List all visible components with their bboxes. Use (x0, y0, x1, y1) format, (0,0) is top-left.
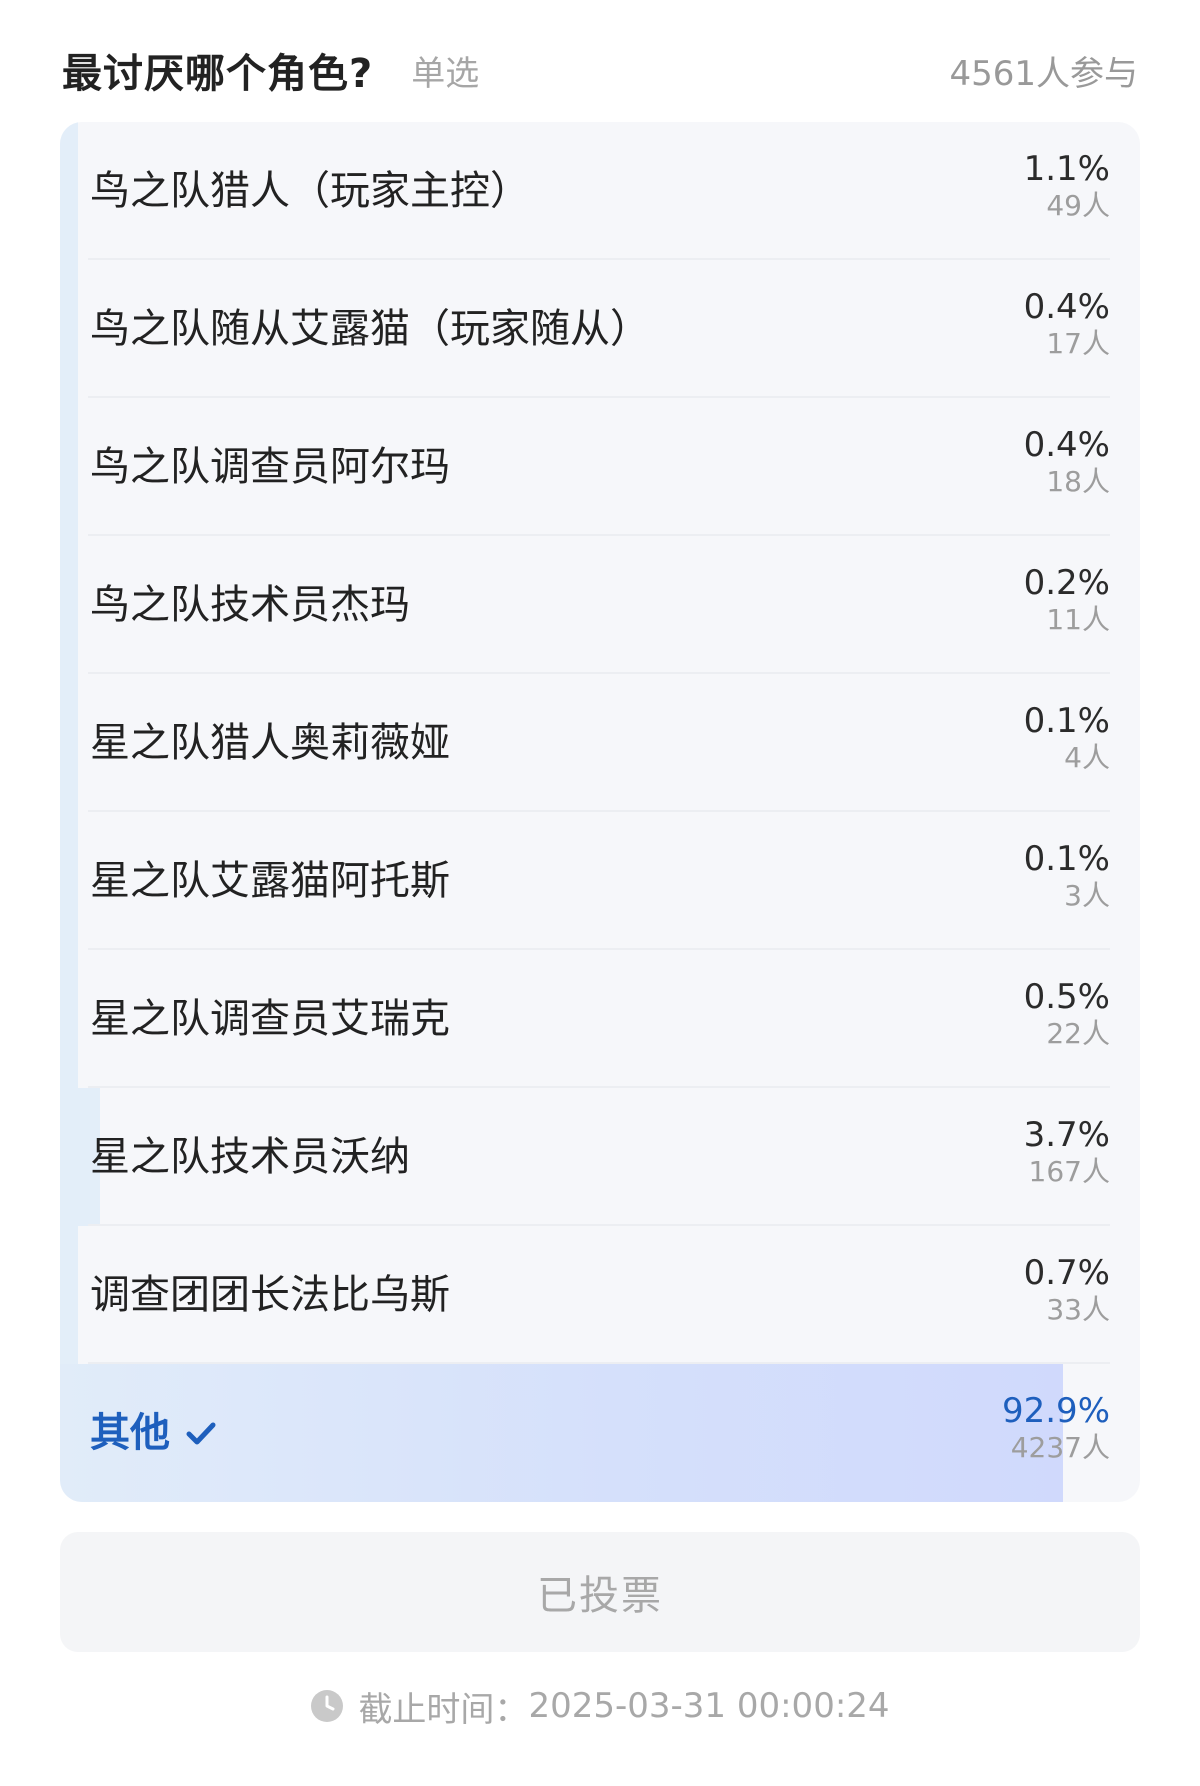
option-percent: 0.1% (1023, 701, 1110, 741)
option-vote-count: 167人 (1028, 1155, 1110, 1188)
option-label-text: 鸟之队猎人（玩家主控） (90, 168, 530, 214)
poll-option-8[interactable]: 星之队技术员沃纳 3.7% 167人 (60, 1088, 1140, 1226)
option-label-text: 星之队调查员艾瑞克 (90, 996, 450, 1042)
option-percent: 3.7% (1023, 1115, 1110, 1155)
option-label-text: 鸟之队技术员杰玛 (90, 582, 410, 628)
option-stats: 92.9% 4237人 (1002, 1394, 1110, 1462)
poll-option-2[interactable]: 鸟之队随从艾露猫（玩家随从） 0.4% 17人 (60, 260, 1140, 398)
vote-share-bar (60, 398, 78, 536)
option-label: 调查团团长法比乌斯 (90, 1226, 450, 1364)
option-percent: 0.5% (1023, 977, 1110, 1017)
clock-icon (311, 1690, 344, 1722)
option-label: 鸟之队猎人（玩家主控） (90, 122, 530, 260)
option-percent: 0.7% (1023, 1253, 1110, 1293)
vote-share-bar (60, 1226, 78, 1364)
option-stats: 0.5% 22人 (1024, 980, 1110, 1048)
option-vote-count: 4237人 (1010, 1431, 1110, 1464)
option-vote-count: 4人 (1064, 741, 1110, 774)
deadline: 截止时间： 2025-03-31 00:00:24 (0, 1678, 1200, 1734)
option-label-text: 鸟之队调查员阿尔玛 (90, 444, 450, 490)
option-label: 鸟之队随从艾露猫（玩家随从） (90, 260, 650, 398)
option-label-text: 星之队艾露猫阿托斯 (90, 858, 450, 904)
poll-option-4[interactable]: 鸟之队技术员杰玛 0.2% 11人 (60, 536, 1140, 674)
option-percent: 92.9% (1001, 1391, 1110, 1431)
option-stats: 3.7% 167人 (1024, 1118, 1110, 1186)
participant-count: 4561人参与 (949, 53, 1138, 94)
option-percent: 0.4% (1023, 425, 1110, 465)
vote-share-bar (60, 674, 78, 812)
option-label: 星之队技术员沃纳 (90, 1088, 410, 1226)
option-label: 星之队调查员艾瑞克 (90, 950, 450, 1088)
poll-option-10[interactable]: 其他 92.9% 4237人 (60, 1364, 1140, 1502)
deadline-value: 2025-03-31 00:00:24 (528, 1686, 890, 1726)
option-label-text: 星之队技术员沃纳 (90, 1134, 410, 1180)
option-vote-count: 49人 (1046, 189, 1110, 222)
option-label: 星之队艾露猫阿托斯 (90, 812, 450, 950)
vote-share-bar (60, 122, 78, 260)
vote-share-bar (60, 950, 78, 1088)
poll-type-label: 单选 (411, 53, 480, 94)
poll-option-6[interactable]: 星之队艾露猫阿托斯 0.1% 3人 (60, 812, 1140, 950)
poll-option-1[interactable]: 鸟之队猎人（玩家主控） 1.1% 49人 (60, 122, 1140, 260)
vote-share-bar (60, 260, 78, 398)
option-vote-count: 33人 (1046, 1293, 1110, 1326)
deadline-label: 截止时间： (358, 1689, 529, 1730)
option-vote-count: 17人 (1046, 327, 1110, 360)
option-vote-count: 18人 (1046, 465, 1110, 498)
option-label-text: 星之队猎人奥莉薇娅 (90, 720, 450, 766)
option-percent: 0.2% (1023, 563, 1110, 603)
option-label: 其他 (90, 1364, 218, 1502)
option-label-text: 鸟之队随从艾露猫（玩家随从） (90, 306, 650, 352)
option-vote-count: 3人 (1064, 879, 1110, 912)
option-percent: 0.4% (1023, 287, 1110, 327)
option-stats: 1.1% 49人 (1024, 152, 1110, 220)
option-stats: 0.4% 18人 (1024, 428, 1110, 496)
poll-option-3[interactable]: 鸟之队调查员阿尔玛 0.4% 18人 (60, 398, 1140, 536)
option-label: 鸟之队技术员杰玛 (90, 536, 410, 674)
option-stats: 0.4% 17人 (1024, 290, 1110, 358)
option-stats: 0.7% 33人 (1024, 1256, 1110, 1324)
option-label-text: 调查团团长法比乌斯 (90, 1272, 450, 1318)
check-icon (186, 1422, 216, 1445)
option-stats: 0.1% 3人 (1024, 842, 1110, 910)
option-stats: 0.1% 4人 (1024, 704, 1110, 772)
poll-option-9[interactable]: 调查团团长法比乌斯 0.7% 33人 (60, 1226, 1140, 1364)
option-stats: 0.2% 11人 (1024, 566, 1110, 634)
option-label-text: 其他 (90, 1410, 170, 1456)
option-percent: 0.1% (1023, 839, 1110, 879)
poll-header: 最讨厌哪个角色? 单选 4561人参与 (62, 40, 1138, 100)
option-vote-count: 22人 (1046, 1017, 1110, 1050)
option-label: 星之队猎人奥莉薇娅 (90, 674, 450, 812)
poll-title: 最讨厌哪个角色? (62, 51, 374, 97)
poll-options-list: 鸟之队猎人（玩家主控） 1.1% 49人 鸟之队随从艾露猫（玩家随从） 0.4% 17人鸟… (60, 122, 1140, 1502)
vote-share-bar (60, 812, 78, 950)
poll-option-5[interactable]: 星之队猎人奥莉薇娅 0.1% 4人 (60, 674, 1140, 812)
option-vote-count: 11人 (1046, 603, 1110, 636)
poll-option-7[interactable]: 星之队调查员艾瑞克 0.5% 22人 (60, 950, 1140, 1088)
option-percent: 1.1% (1023, 149, 1110, 189)
vote-share-bar (60, 536, 78, 674)
voted-button[interactable]: 已投票 (60, 1532, 1140, 1652)
option-label: 鸟之队调查员阿尔玛 (90, 398, 450, 536)
